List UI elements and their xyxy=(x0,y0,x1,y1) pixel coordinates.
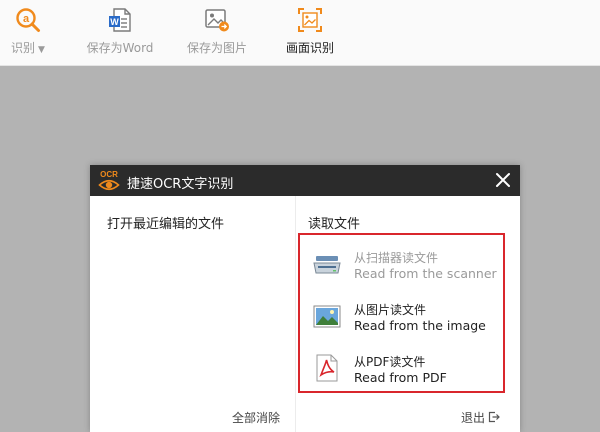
save-as-word-label: 保存为Word xyxy=(86,41,154,55)
word-icon: W xyxy=(109,8,131,32)
svg-text:a: a xyxy=(23,13,30,25)
exit-label: 退出 xyxy=(461,411,486,425)
chevron-down-icon[interactable]: ▼ xyxy=(38,45,45,55)
ocr-dialog: OCR 捷速OCR文字识别 打开最近编辑的文件 全部消除 读取文件 从扫描器读文… xyxy=(90,165,520,432)
recent-files-heading: 打开最近编辑的文件 xyxy=(107,217,225,232)
image-file-icon xyxy=(313,305,341,328)
ocr-eye-logo-icon: OCR xyxy=(98,170,120,191)
pane-divider xyxy=(295,196,296,432)
recognize-label: 识别 ▼ xyxy=(11,41,45,55)
pdf-option-en: Read from PDF xyxy=(354,370,447,385)
file-source-list: 从扫描器读文件 Read from the scanner 从图片读文件 Rea… xyxy=(298,233,505,393)
read-file-heading: 读取文件 xyxy=(308,217,361,232)
clear-all-link[interactable]: 全部消除 xyxy=(232,409,280,426)
svg-text:W: W xyxy=(110,17,119,27)
save-image-icon xyxy=(205,9,229,32)
read-from-pdf-option[interactable]: 从PDF读文件 Read from PDF xyxy=(300,349,503,389)
save-as-image-button[interactable]: 保存为图片 xyxy=(177,0,257,66)
scanner-icon xyxy=(313,256,341,274)
screen-recognize-label: 画面识别 xyxy=(285,41,334,55)
save-as-word-button[interactable]: W 保存为Word xyxy=(80,0,160,66)
image-option-en: Read from the image xyxy=(354,318,486,333)
close-icon[interactable] xyxy=(494,171,512,189)
read-from-image-option[interactable]: 从图片读文件 Read from the image xyxy=(300,297,503,337)
scanner-option-cn: 从扫描器读文件 xyxy=(354,251,439,265)
read-from-scanner-option[interactable]: 从扫描器读文件 Read from the scanner xyxy=(300,245,503,285)
recognize-icon: a xyxy=(16,8,40,32)
dialog-title-bar[interactable]: OCR 捷速OCR文字识别 xyxy=(90,165,520,196)
recognize-button[interactable]: a 识别 ▼ xyxy=(0,0,56,66)
pdf-option-cn: 从PDF读文件 xyxy=(354,355,426,369)
screen-capture-icon xyxy=(298,8,322,32)
svg-text:OCR: OCR xyxy=(100,170,118,179)
save-as-image-label: 保存为图片 xyxy=(186,41,247,55)
dialog-title: 捷速OCR文字识别 xyxy=(127,177,234,192)
pdf-icon xyxy=(316,354,338,382)
toolbar: a 识别 ▼ W 保存为Word 保存为图片 画面识别 xyxy=(0,0,600,66)
image-option-cn: 从图片读文件 xyxy=(354,303,427,317)
exit-button[interactable]: 退出 xyxy=(461,409,500,426)
scanner-option-en: Read from the scanner xyxy=(354,266,497,281)
exit-icon xyxy=(488,411,500,423)
screen-recognize-button[interactable]: 画面识别 xyxy=(270,0,350,66)
recent-files-pane: 打开最近编辑的文件 全部消除 xyxy=(90,196,295,432)
